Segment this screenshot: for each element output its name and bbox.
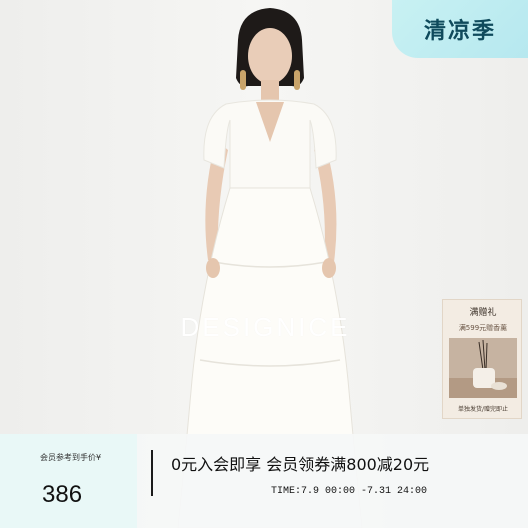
gift-card-title: 满赠礼 <box>469 308 497 318</box>
diffuser-image <box>449 338 517 398</box>
gift-card-note: 单独发货/赠完即止 <box>457 406 509 413</box>
promo-bar: 会员参考到手价¥ 386 0元入会即享 会员领券满800减20元 TIME:7.… <box>0 434 528 528</box>
product-banner: 清凉季 DESIGNICE 满赠礼 满599元赠香薰 单独发货/赠完即止 会员参… <box>0 0 528 528</box>
season-badge: 清凉季 <box>392 0 528 58</box>
brand-logo: DESIGNICE <box>180 312 351 342</box>
gift-card-subtitle: 满599元赠香薰 <box>458 324 508 332</box>
price-panel: 会员参考到手价¥ 386 <box>0 434 137 528</box>
gift-card[interactable]: 满赠礼 满599元赠香薰 单独发货/赠完即止 <box>442 299 522 419</box>
member-price: 386 <box>42 481 83 508</box>
divider <box>151 450 153 496</box>
member-price-label: 会员参考到手价¥ <box>40 453 102 462</box>
promo-headline: 0元入会即享 会员领券满800减20元 <box>171 455 430 474</box>
season-badge-text: 清凉季 <box>423 19 496 44</box>
promo-time: TIME:7.9 00:00 -7.31 24:00 <box>271 486 428 497</box>
